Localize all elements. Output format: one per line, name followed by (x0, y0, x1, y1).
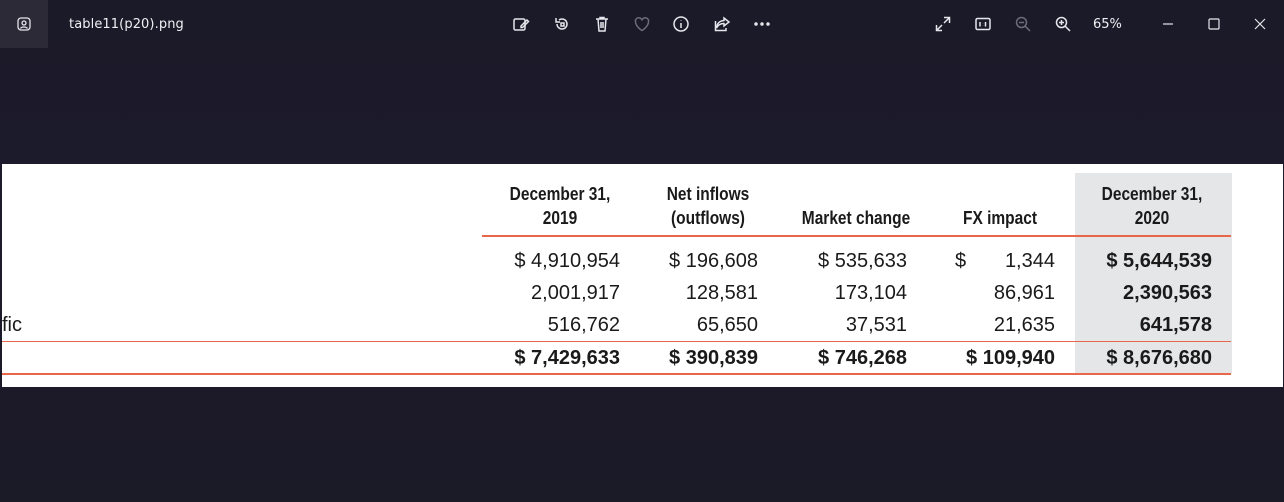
row-label: fic (2, 314, 22, 336)
rotate-icon[interactable] (551, 13, 573, 35)
cell-r1-c3: $ 535,633 (818, 250, 907, 272)
cell-r3-c2: 65,650 (696, 314, 758, 336)
actual-size-icon[interactable] (972, 13, 994, 35)
total-c5: $ 8,676,680 (1106, 347, 1212, 369)
zoom-out-icon[interactable] (1012, 13, 1034, 35)
total-rule (2, 373, 1231, 375)
delete-icon[interactable] (591, 13, 613, 35)
total-c1: $ 7,429,633 (514, 347, 620, 369)
header-net-inflows: Net inflows (outflows) (666, 184, 750, 228)
cell-r1-c1: $ 4,910,954 (514, 250, 620, 272)
file-name: table11(p20).png (69, 17, 184, 32)
cell-r2-c1: 2,001,917 (531, 282, 620, 304)
favorite-icon[interactable] (631, 13, 653, 35)
close-button[interactable] (1246, 10, 1274, 38)
cell-r2-c5: 2,390,563 (1123, 282, 1212, 304)
cell-r3-c3: 37,531 (845, 314, 907, 336)
cell-r3-c5: 641,578 (1139, 314, 1212, 336)
title-bar: table11(p20).png 65% (0, 0, 1284, 48)
total-c3: $ 746,268 (818, 347, 907, 369)
zoom-in-icon[interactable] (1052, 13, 1074, 35)
cell-r1-c4: 1,344 (1004, 250, 1055, 272)
header-dec-2020: December 31, 2020 (1101, 184, 1203, 228)
header-market-change: Market change (801, 208, 911, 228)
cell-r2-c3: 173,104 (834, 282, 907, 304)
total-c2: $ 390,839 (669, 347, 758, 369)
share-icon[interactable] (711, 13, 733, 35)
header-dec-2019: December 31, 2019 (509, 184, 611, 228)
cell-r1-c2: $ 196,608 (669, 250, 758, 272)
edit-image-icon[interactable] (510, 13, 532, 35)
more-icon[interactable] (751, 13, 773, 35)
photos-app-icon[interactable] (0, 0, 48, 48)
total-c4: $ 109,940 (966, 347, 1055, 369)
cell-r3-c1: 516,762 (547, 314, 620, 336)
zoom-level[interactable]: 65% (1093, 17, 1122, 32)
cell-r1-c5: $ 5,644,539 (1106, 250, 1212, 272)
cell-r2-c2: 128,581 (685, 282, 758, 304)
subtotal-rule (2, 341, 1231, 342)
cell-r2-c4: 86,961 (993, 282, 1055, 304)
header-fx-impact: FX impact (963, 208, 1037, 228)
maximize-button[interactable] (1200, 10, 1228, 38)
cell-r3-c4: 21,635 (993, 314, 1055, 336)
fullscreen-icon[interactable] (932, 13, 954, 35)
info-icon[interactable] (670, 13, 692, 35)
displayed-image: December 31, 2019 Net inflows (outflows) M… (2, 164, 1283, 387)
header-rule (482, 235, 1231, 237)
minimize-button[interactable] (1154, 10, 1182, 38)
